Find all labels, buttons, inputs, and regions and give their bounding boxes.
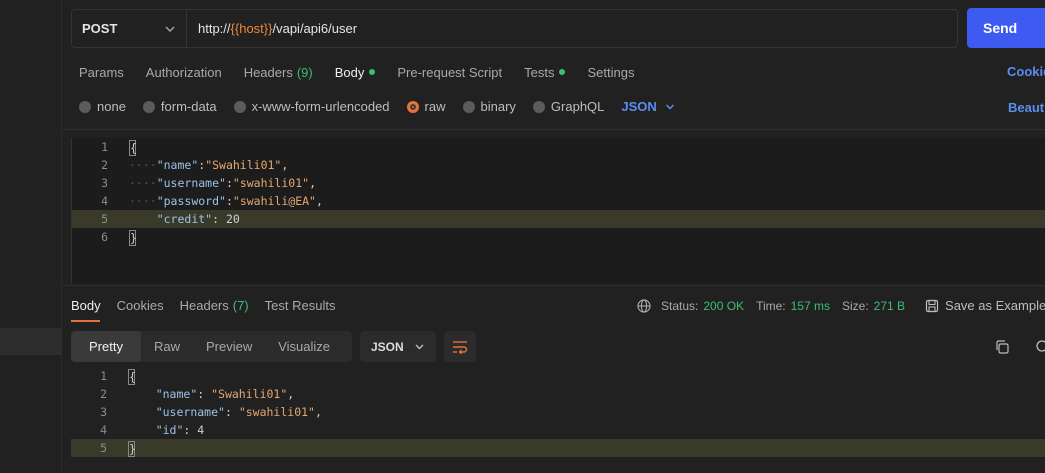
time-value: 157 ms <box>790 298 830 313</box>
response-body-viewer[interactable]: 1{ 2 "name": "Swahili01", 3 "username": … <box>71 367 1045 473</box>
request-tabs: Params Authorization Headers (9) Body Pre… <box>79 62 656 82</box>
radio-circle-icon <box>233 100 246 113</box>
code-line: 2 ····"name":"Swahili01", <box>101 158 289 172</box>
chevron-down-icon <box>415 344 424 350</box>
radio-circle-icon <box>462 100 475 113</box>
search-icon[interactable] <box>1032 339 1045 355</box>
view-mode-preview[interactable]: Preview <box>193 331 265 362</box>
globe-icon[interactable] <box>637 298 651 313</box>
code-line: 4 "id": 4 <box>100 423 205 437</box>
tab-headers[interactable]: Headers (9) <box>244 62 313 82</box>
code-line: 3 ····"username":"swahili01", <box>101 176 316 190</box>
wrap-lines-icon <box>453 340 468 354</box>
tab-authorization[interactable]: Authorization <box>146 62 222 82</box>
body-indicator-dot <box>369 69 376 75</box>
radio-form-data[interactable]: form-data <box>142 99 217 114</box>
url-path: /vapi/api6/user <box>272 21 358 36</box>
url-variable: {{host}} <box>230 21 273 36</box>
radio-none[interactable]: none <box>79 99 126 114</box>
status-label: Status: <box>661 298 699 313</box>
radio-circle-icon <box>79 100 91 113</box>
radio-selected-icon <box>406 100 419 113</box>
wrap-lines-button[interactable] <box>444 331 476 362</box>
divider <box>63 285 1045 286</box>
code-line: 1{ <box>100 368 136 385</box>
left-sidebar <box>0 0 62 473</box>
view-mode-raw[interactable]: Raw <box>141 331 193 362</box>
headers-count: (9) <box>296 64 313 80</box>
save-icon <box>925 299 939 312</box>
tab-params[interactable]: Params <box>79 62 124 82</box>
tab-tests[interactable]: Tests <box>524 62 566 82</box>
sidebar-selected-item[interactable] <box>0 328 62 355</box>
url-input[interactable]: http://{{host}}/vapi/api6/user <box>186 9 958 48</box>
code-line: 1{ <box>101 139 137 156</box>
tests-indicator-dot <box>559 69 566 75</box>
body-format-select[interactable]: JSON <box>621 99 674 114</box>
url-prefix: http:// <box>198 21 231 36</box>
radio-raw[interactable]: raw <box>406 99 446 114</box>
code-line: 4 ····"password":"swahili@EA", <box>101 194 323 208</box>
view-mode-selector: Pretty Raw Preview Visualize <box>71 331 352 362</box>
time-label: Time: <box>756 298 786 313</box>
response-tab-cookies[interactable]: Cookies <box>117 298 164 313</box>
code-line: 6} <box>101 229 137 246</box>
response-tab-body[interactable]: Body <box>71 298 101 313</box>
body-type-radios: none form-data x-www-form-urlencoded raw… <box>79 99 675 114</box>
size-label: Size: <box>841 298 869 313</box>
tab-body[interactable]: Body <box>335 62 376 82</box>
code-line: 3 "username": "swahili01", <box>100 405 322 419</box>
radio-circle-icon <box>532 100 545 113</box>
code-line: 2 "name": "Swahili01", <box>100 387 295 401</box>
radio-binary[interactable]: binary <box>462 99 516 114</box>
chevron-down-icon <box>665 103 674 110</box>
save-as-example-button[interactable]: Save as Example <box>925 298 1045 313</box>
size-value: 271 B <box>873 298 906 313</box>
response-tabs: Body Cookies Headers (7) Test Results <box>71 298 351 313</box>
tab-pre-request-script[interactable]: Pre-request Script <box>397 62 502 82</box>
view-mode-pretty[interactable]: Pretty <box>71 331 141 362</box>
chevron-down-icon <box>165 26 175 32</box>
radio-graphql[interactable]: GraphQL <box>532 99 604 114</box>
tab-settings[interactable]: Settings <box>587 62 634 82</box>
response-tab-test-results[interactable]: Test Results <box>265 298 336 313</box>
request-body-editor[interactable]: 1{ 2 ····"name":"Swahili01", 3 ····"userna… <box>71 138 1045 284</box>
status-value: 200 OK <box>703 298 745 313</box>
active-tab-underline <box>71 320 100 322</box>
send-button[interactable]: Send <box>967 8 1045 48</box>
method-label: POST <box>82 21 118 36</box>
beautify-link[interactable]: Beauti <box>1008 100 1045 115</box>
radio-circle-icon <box>142 100 155 113</box>
cookies-link[interactable]: Cookie <box>1007 64 1045 79</box>
response-meta: Status: 200 OK Time: 157 ms Size: 271 B Sav… <box>637 298 1045 313</box>
response-headers-count: (7) <box>232 298 249 313</box>
code-line-highlighted: 5 "credit": 20 <box>72 210 1045 228</box>
copy-icon[interactable] <box>994 339 1010 355</box>
response-format-select[interactable]: JSON <box>360 331 436 362</box>
view-mode-visualize[interactable]: Visualize <box>265 331 343 362</box>
request-panel: POST http://{{host}}/vapi/api6/user Send… <box>63 0 1045 473</box>
method-select[interactable]: POST <box>71 9 187 48</box>
divider <box>63 129 1045 130</box>
radio-x-www-form-urlencoded[interactable]: x-www-form-urlencoded <box>233 99 390 114</box>
response-tab-headers[interactable]: Headers (7) <box>180 298 249 313</box>
code-line-highlighted: 5} <box>71 439 1045 457</box>
